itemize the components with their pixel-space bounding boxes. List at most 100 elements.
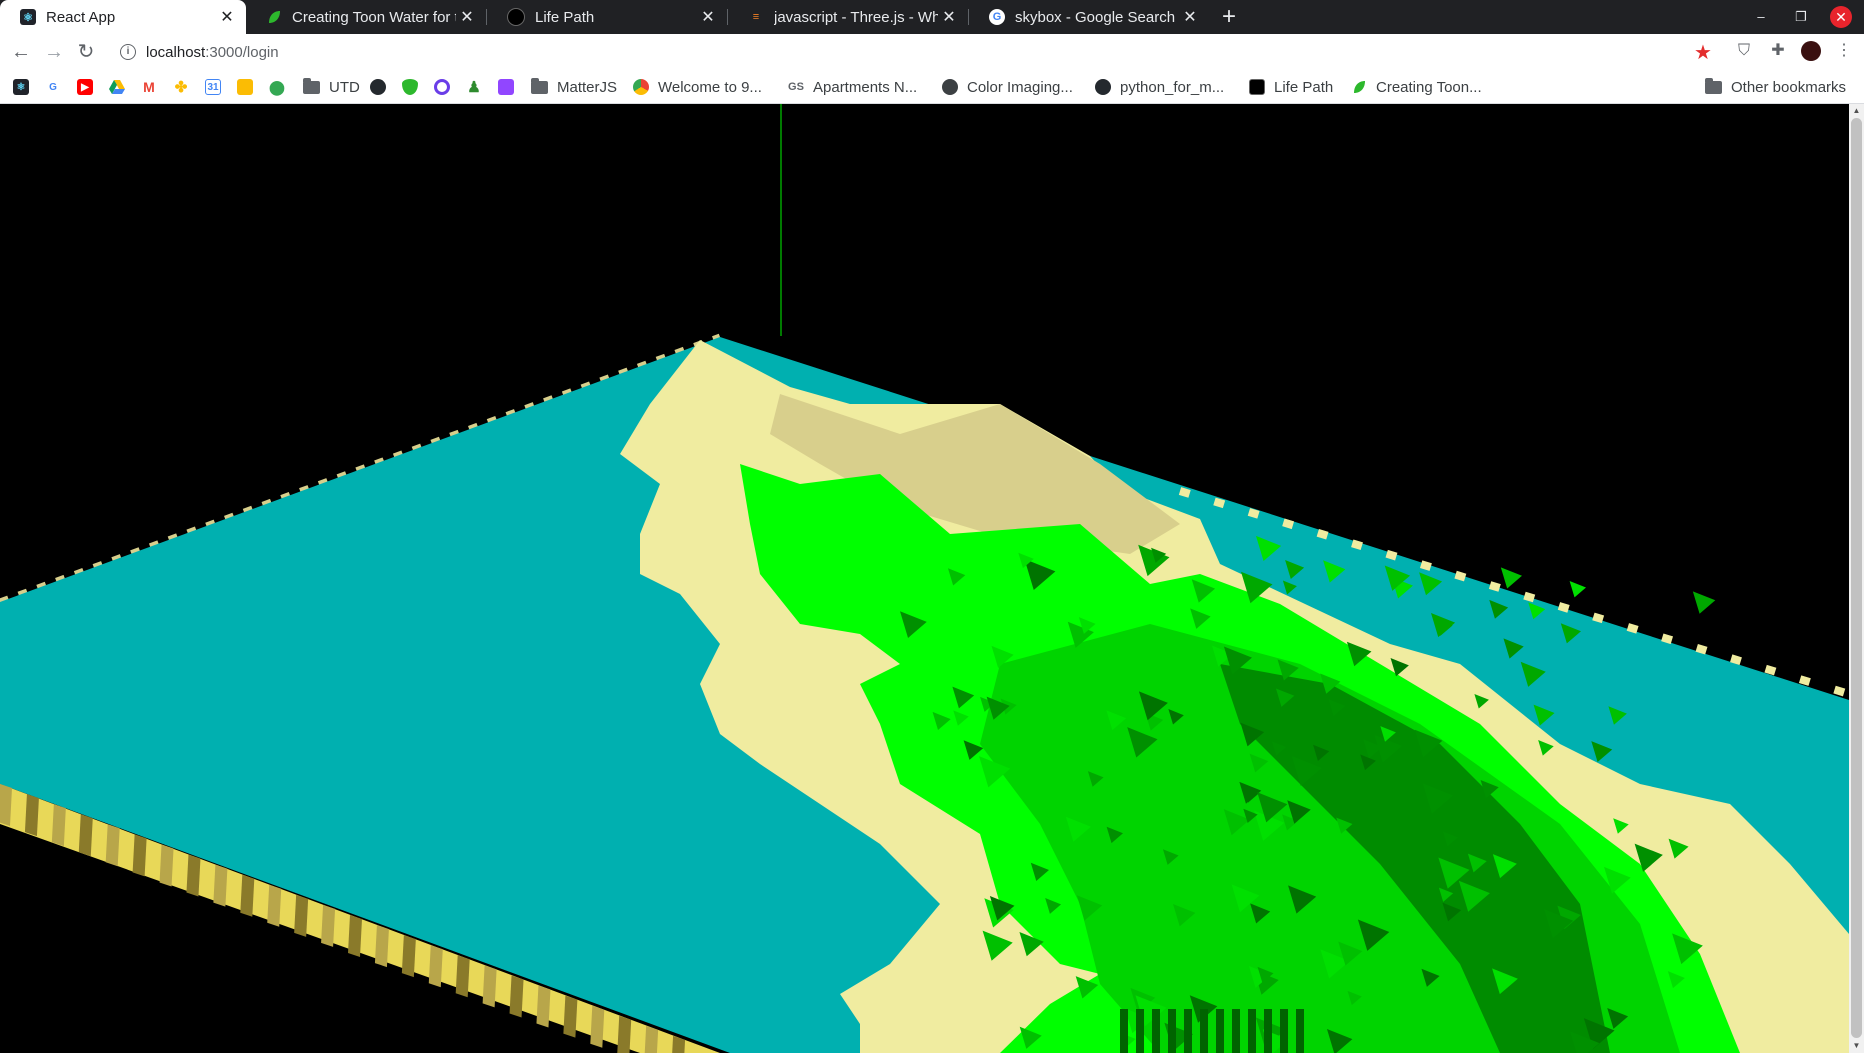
back-button[interactable]: ← xyxy=(6,37,36,67)
cliff-stripe xyxy=(132,834,147,877)
scrollbar-thumb[interactable] xyxy=(1851,118,1862,1038)
bookmark-creating-toon[interactable]: Creating Toon... xyxy=(1351,70,1482,104)
google-icon: G xyxy=(989,9,1005,25)
cliff-stripe xyxy=(78,814,93,857)
leaf-icon xyxy=(1351,79,1367,95)
react-icon: ⚛ xyxy=(20,9,36,25)
site-info-icon[interactable]: i xyxy=(120,44,136,60)
close-tab-icon[interactable]: ✕ xyxy=(456,7,478,27)
tab-creating-toon-water[interactable]: Creating Toon Water for t ✕ xyxy=(246,0,486,34)
bookmark-arc[interactable] xyxy=(434,70,450,104)
google-icon: G xyxy=(49,81,57,93)
grass-front-stripe xyxy=(1168,1009,1176,1053)
new-tab-button[interactable]: + xyxy=(1214,2,1244,32)
shield-extension-icon[interactable]: ⛉ xyxy=(1733,40,1755,62)
bookmark-github[interactable] xyxy=(370,70,386,104)
url-path: :3000/login xyxy=(205,43,279,61)
twitch-icon xyxy=(498,79,514,95)
cliff-stripe xyxy=(267,884,282,927)
reload-button[interactable]: ↻ xyxy=(71,37,101,67)
tab-threejs-question[interactable]: ≡ javascript - Three.js - Wha ✕ xyxy=(728,0,968,34)
browser-toolbar: ← → ↻ i localhost:3000/login xyxy=(0,34,1864,70)
stackoverflow-icon: ≡ xyxy=(752,11,760,23)
bookmark-apartments[interactable]: GS Apartments N... xyxy=(788,70,917,104)
bookmark-google[interactable]: G xyxy=(45,70,61,104)
close-tab-icon[interactable]: ✕ xyxy=(938,7,960,27)
bookmark-label: Creating Toon... xyxy=(1376,78,1482,96)
chess-pawn-icon: ♟ xyxy=(467,79,481,96)
lifepath-icon xyxy=(507,8,525,26)
tab-react-app[interactable]: ⚛ React App ✕ xyxy=(0,0,246,34)
cliff-stripe xyxy=(644,1025,659,1053)
grass-facet xyxy=(1569,580,1587,598)
profile-avatar[interactable] xyxy=(1801,41,1821,61)
grass-front-stripe xyxy=(1200,1009,1208,1053)
close-tab-icon[interactable]: ✕ xyxy=(216,7,238,27)
webgl-canvas[interactable]: ▲ ▼ xyxy=(0,104,1864,1053)
bookmark-python[interactable]: python_for_m... xyxy=(1095,70,1224,104)
bookmark-label: Welcome to 9... xyxy=(658,78,762,96)
react-icon: ⚛ xyxy=(13,79,29,95)
cliff-stripe xyxy=(294,894,309,937)
scroll-up-arrow[interactable]: ▲ xyxy=(1849,104,1864,118)
tab-skybox-search[interactable]: G skybox - Google Search ✕ xyxy=(969,0,1209,34)
cliff-stripe xyxy=(105,824,120,867)
bookmark-label: python_for_m... xyxy=(1120,78,1225,96)
bookmark-gmail[interactable]: M xyxy=(141,70,157,104)
cliff-stripe xyxy=(482,965,497,1008)
cliff-stripe xyxy=(159,844,174,887)
vertical-scrollbar[interactable]: ▲ ▼ xyxy=(1849,104,1864,1053)
grass-facet xyxy=(1692,591,1716,614)
menu-kebab-icon[interactable]: ⋮ xyxy=(1833,40,1855,62)
extensions-puzzle-icon[interactable]: ✚ xyxy=(1767,40,1789,62)
bookmark-twitch[interactable] xyxy=(498,70,514,104)
bookmark-life-path[interactable]: Life Path xyxy=(1249,70,1333,104)
grass-front-stripe xyxy=(1232,1009,1240,1053)
minimize-button[interactable]: ‒ xyxy=(1750,6,1772,28)
bookmark-folder-utd[interactable]: UTD xyxy=(303,70,360,104)
bookmark-shield[interactable] xyxy=(402,70,418,104)
bookmark-label: MatterJS xyxy=(557,78,618,96)
window-close-button[interactable]: ✕ xyxy=(1830,6,1852,28)
bookmark-maps[interactable]: ⬤ xyxy=(269,70,285,104)
bookmark-folder-matterjs[interactable]: MatterJS xyxy=(531,70,617,104)
keep-icon xyxy=(237,79,253,95)
bookmark-keep[interactable] xyxy=(237,70,253,104)
bookmark-star-icon[interactable]: ★ xyxy=(1694,40,1712,65)
cliff-stripe xyxy=(563,995,578,1038)
address-bar[interactable]: i localhost:3000/login xyxy=(106,37,1704,67)
close-tab-icon[interactable]: ✕ xyxy=(1179,7,1201,27)
tab-title: javascript - Three.js - Wha xyxy=(774,8,938,26)
bookmark-label: UTD xyxy=(329,78,360,96)
restore-button[interactable]: ❐ xyxy=(1790,6,1812,28)
bookmark-color-imaging[interactable]: Color Imaging... xyxy=(942,70,1073,104)
tab-life-path[interactable]: Life Path ✕ xyxy=(487,0,727,34)
cliff-stripe xyxy=(672,1035,686,1053)
maps-pin-icon: ⬤ xyxy=(269,78,285,95)
bookmark-calendar[interactable]: 31 xyxy=(205,70,221,104)
bookmark-chess[interactable]: ♟ xyxy=(466,70,482,104)
bookmark-photos[interactable]: ✤ xyxy=(173,70,189,104)
bookmark-react[interactable]: ⚛ xyxy=(13,70,29,104)
cliff-stripe xyxy=(401,935,416,978)
bookmark-label: Life Path xyxy=(1274,78,1334,96)
forward-button[interactable]: → xyxy=(39,37,69,67)
bookmark-drive[interactable] xyxy=(109,70,125,104)
cliff-stripe xyxy=(536,985,551,1028)
url-text: localhost:3000/login xyxy=(146,44,279,61)
drive-icon xyxy=(109,79,125,95)
cliff-stripe xyxy=(590,1005,605,1048)
folder-icon xyxy=(531,77,548,94)
tab-title: React App xyxy=(46,8,116,26)
scroll-down-arrow[interactable]: ▼ xyxy=(1849,1039,1864,1053)
cliff-stripe xyxy=(374,925,389,968)
grass-front-stripe xyxy=(1152,1009,1160,1053)
grass-front-stripe xyxy=(1120,1009,1128,1053)
cliff-stripe xyxy=(455,955,470,998)
bookmark-label: Apartments N... xyxy=(813,78,918,96)
cliff-stripe xyxy=(428,945,443,988)
close-tab-icon[interactable]: ✕ xyxy=(697,7,719,27)
bookmark-welcome[interactable]: Welcome to 9... xyxy=(633,70,762,104)
bookmark-youtube[interactable]: ▶ xyxy=(77,70,93,104)
bookmark-other-folder[interactable]: Other bookmarks xyxy=(1705,70,1846,104)
